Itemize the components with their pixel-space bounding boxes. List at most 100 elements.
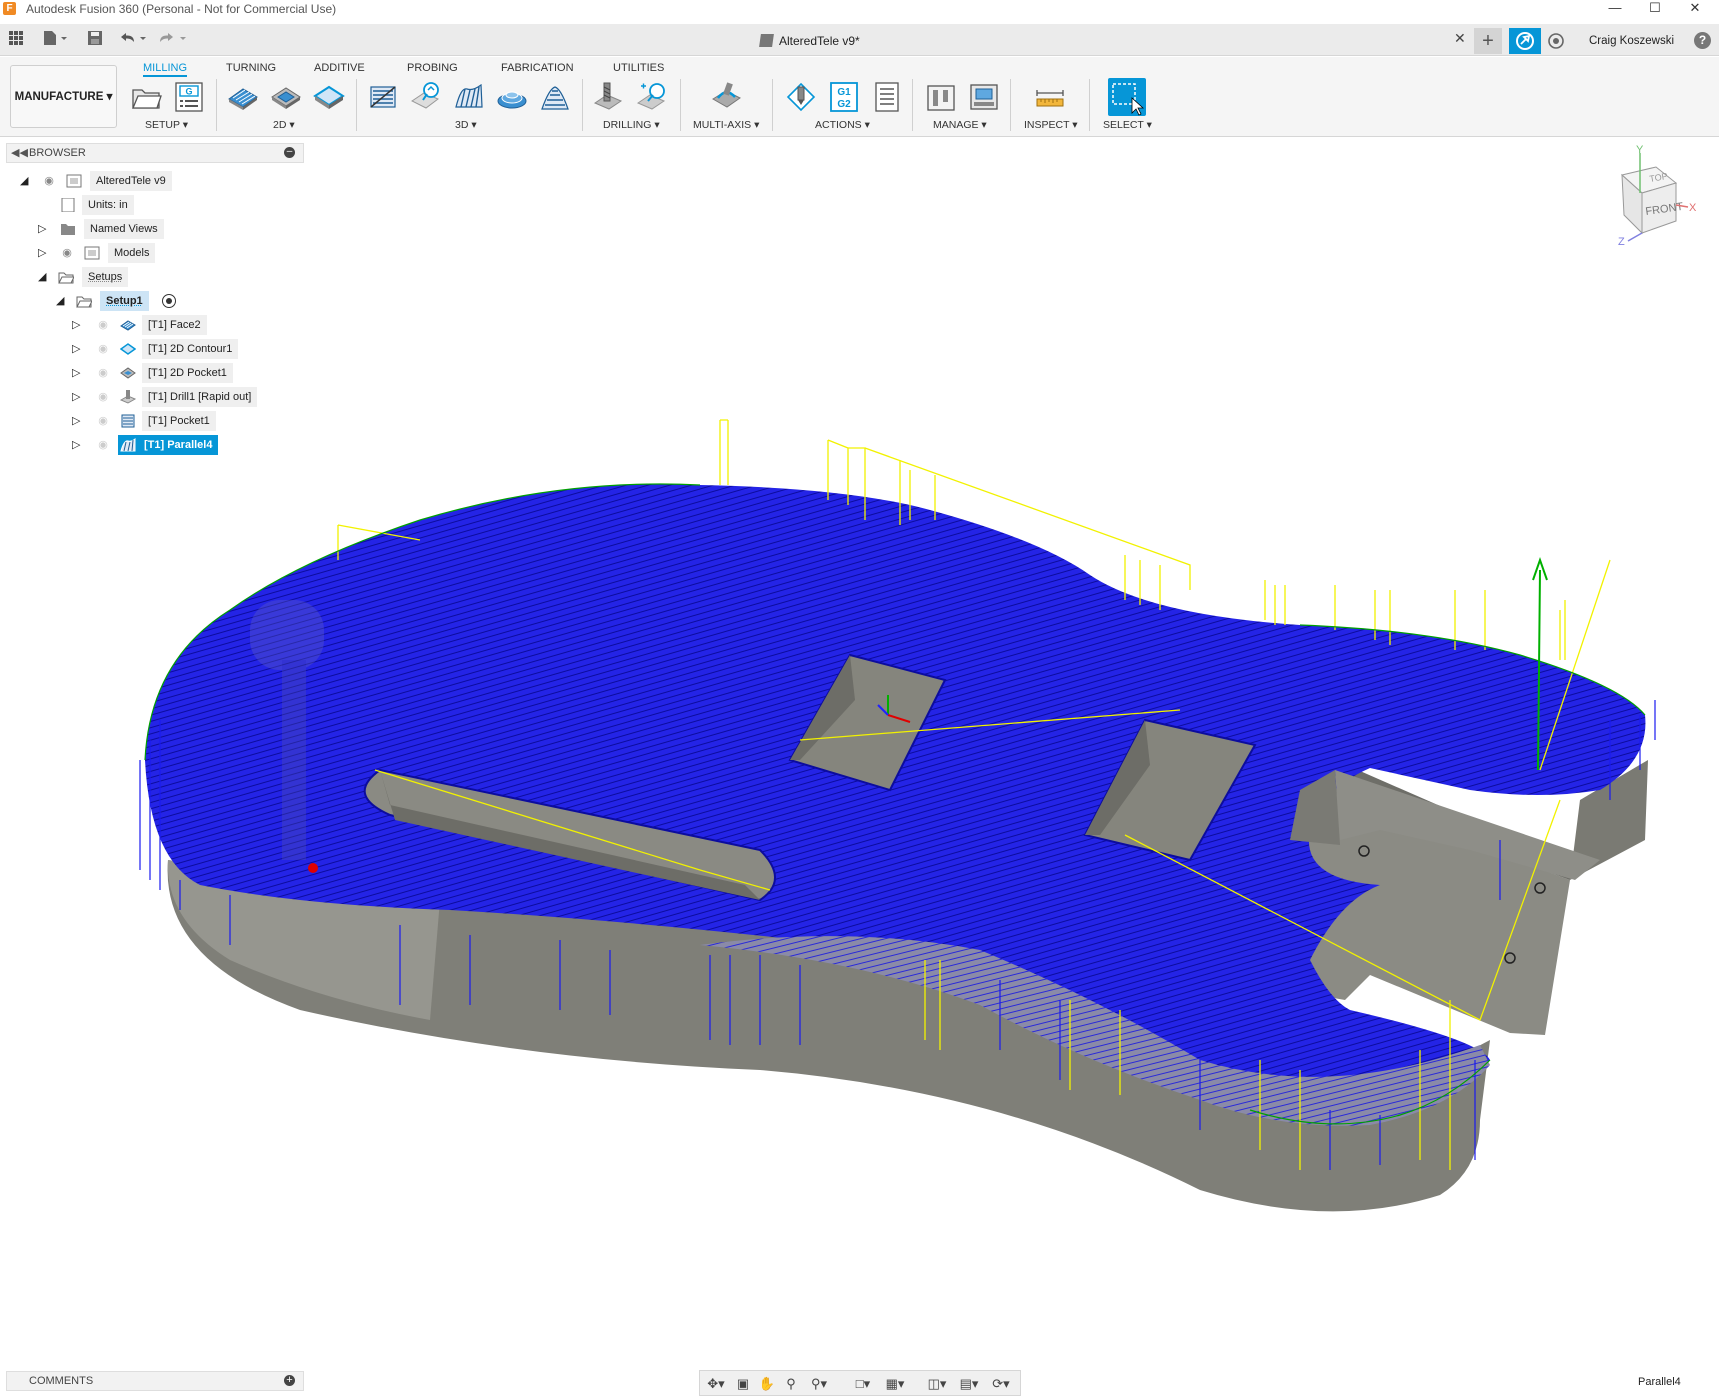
tool-library-icon[interactable] — [925, 81, 957, 113]
tree-expanded-icon[interactable]: ◢ — [20, 175, 32, 187]
group-2d-label[interactable]: 2D ▾ — [273, 119, 295, 131]
tree-models[interactable]: ▷ ◉ Models — [38, 243, 188, 263]
group-manage-label[interactable]: MANAGE ▾ — [933, 119, 987, 131]
tree-operation[interactable]: ▷ ◉ [T1] Face2 — [72, 315, 252, 335]
group-inspect-label[interactable]: INSPECT ▾ — [1024, 119, 1078, 131]
3d-pocket-icon[interactable] — [410, 81, 442, 113]
select-icon[interactable] — [1108, 78, 1146, 116]
group-setup-label[interactable]: SETUP ▾ — [145, 119, 188, 131]
2d-pocket-icon[interactable] — [270, 81, 302, 113]
visibility-eye-icon[interactable]: ◉ — [58, 247, 76, 259]
tree-operation-selected[interactable]: ▷ ◉ [T1] Parallel4 — [72, 435, 252, 455]
close-document-icon[interactable]: ✕ — [1454, 30, 1466, 47]
operation-label[interactable]: [T1] Parallel4 — [138, 435, 219, 455]
multi-axis-icon[interactable] — [710, 81, 742, 113]
group-multi-axis-label[interactable]: MULTI-AXIS ▾ — [693, 119, 759, 131]
redo-icon[interactable] — [158, 30, 188, 50]
visibility-eye-icon[interactable]: ◉ — [94, 343, 112, 355]
operation-label[interactable]: [T1] 2D Pocket1 — [142, 363, 233, 383]
canvas-viewport[interactable] — [0, 138, 1719, 1366]
tree-operation[interactable]: ▷ ◉ [T1] Drill1 [Rapid out] — [72, 387, 272, 407]
setup-sheet-icon[interactable]: G — [173, 81, 205, 113]
post-process-icon[interactable]: G1 G2 — [828, 81, 860, 113]
tree-collapsed-icon[interactable]: ▷ — [72, 439, 84, 451]
new-tab-plus-icon[interactable]: + — [1474, 28, 1502, 54]
drill-icon[interactable] — [593, 81, 625, 113]
collapse-browser-icon[interactable]: ◀◀ — [11, 146, 28, 159]
tree-named-views[interactable]: ▷ Named Views — [38, 219, 198, 239]
orbit-icon[interactable]: ✥▾ — [702, 1374, 730, 1394]
clock-icon[interactable] — [1545, 30, 1567, 52]
grid-settings-icon[interactable]: ▦▾ — [880, 1374, 910, 1394]
camera-icon[interactable]: ▤▾ — [954, 1374, 984, 1394]
tree-root-label[interactable]: AlteredTele v9 — [90, 171, 172, 191]
tree-operation[interactable]: ▷ ◉ [T1] 2D Contour1 — [72, 339, 252, 359]
file-icon[interactable] — [40, 30, 70, 50]
visibility-eye-icon[interactable]: ◉ — [94, 367, 112, 379]
tab-milling[interactable]: MILLING — [143, 59, 188, 77]
rotate-icon[interactable]: ⟳▾ — [986, 1374, 1016, 1394]
browser-header[interactable]: ◀◀ BROWSER – — [6, 143, 304, 163]
look-at-icon[interactable]: ▣ — [732, 1374, 754, 1394]
model-canvas[interactable] — [0, 138, 1719, 1366]
tree-collapsed-icon[interactable]: ▷ — [72, 391, 84, 403]
simulate-icon[interactable] — [785, 81, 817, 113]
3d-parallel-icon[interactable] — [453, 81, 485, 113]
browser-minimize-icon[interactable]: – — [284, 147, 295, 158]
visibility-eye-icon[interactable]: ◉ — [94, 319, 112, 331]
tree-operation[interactable]: ▷ ◉ [T1] 2D Pocket1 — [72, 363, 252, 383]
minimize-icon[interactable]: — — [1595, 0, 1635, 18]
tree-collapsed-icon[interactable]: ▷ — [72, 367, 84, 379]
close-icon[interactable]: ✕ — [1675, 0, 1715, 18]
operation-label[interactable]: [T1] Face2 — [142, 315, 207, 335]
2d-contour-icon[interactable] — [313, 81, 345, 113]
visibility-eye-icon[interactable]: ◉ — [94, 439, 112, 451]
zoom-icon[interactable]: ⚲ — [780, 1374, 802, 1394]
group-3d-label[interactable]: 3D ▾ — [455, 119, 477, 131]
group-actions-label[interactable]: ACTIONS ▾ — [815, 119, 870, 131]
tab-turning[interactable]: TURNING — [226, 59, 276, 77]
tree-collapsed-icon[interactable]: ▷ — [38, 247, 50, 259]
group-drilling-label[interactable]: DRILLING ▾ — [603, 119, 660, 131]
tree-setups[interactable]: ◢ Setups — [38, 267, 188, 287]
measure-icon[interactable] — [1034, 81, 1066, 113]
machine-library-icon[interactable] — [968, 81, 1000, 113]
viewports-icon[interactable]: ◫▾ — [922, 1374, 952, 1394]
operation-label[interactable]: [T1] 2D Contour1 — [142, 339, 239, 359]
tree-collapsed-icon[interactable]: ▷ — [72, 415, 84, 427]
document-tab[interactable]: AlteredTele v9* — [759, 30, 860, 52]
tree-root[interactable]: ◢ ◉ AlteredTele v9 — [20, 171, 190, 191]
setup-sheet-action-icon[interactable] — [871, 81, 903, 113]
grid-icon[interactable] — [6, 30, 26, 50]
tree-collapsed-icon[interactable]: ▷ — [72, 343, 84, 355]
user-name[interactable]: Craig Koszewski — [1589, 30, 1674, 52]
workspace-switcher[interactable]: MANUFACTURE ▾ — [10, 65, 117, 128]
3d-adaptive-icon[interactable] — [367, 81, 399, 113]
visibility-eye-icon[interactable]: ◉ — [40, 175, 58, 187]
undo-icon[interactable] — [118, 30, 148, 50]
hole-recognition-icon[interactable] — [636, 81, 668, 113]
tree-collapsed-icon[interactable]: ▷ — [72, 319, 84, 331]
operation-label[interactable]: [T1] Drill1 [Rapid out] — [142, 387, 258, 407]
tree-operation[interactable]: ▷ ◉ [T1] Pocket1 — [72, 411, 252, 431]
display-settings-icon[interactable]: □▾ — [848, 1374, 878, 1394]
viewcube[interactable]: TOP FRONT Y X Z — [1592, 144, 1712, 255]
tab-probing[interactable]: PROBING — [407, 59, 458, 77]
2d-face-icon[interactable] — [227, 81, 259, 113]
maximize-icon[interactable]: ☐ — [1635, 0, 1675, 18]
help-icon[interactable]: ? — [1694, 32, 1711, 49]
3d-contour-icon[interactable] — [539, 81, 571, 113]
tree-setup1[interactable]: ◢ Setup1 — [56, 291, 196, 311]
visibility-eye-icon[interactable]: ◉ — [94, 391, 112, 403]
3d-scallop-icon[interactable] — [496, 81, 528, 113]
tab-additive[interactable]: ADDITIVE — [314, 59, 365, 77]
pan-icon[interactable]: ✋ — [756, 1374, 778, 1394]
group-select-label[interactable]: SELECT ▾ — [1103, 119, 1152, 131]
tree-expanded-icon[interactable]: ◢ — [38, 271, 50, 283]
add-comment-icon[interactable]: + — [284, 1375, 295, 1386]
tab-fabrication[interactable]: FABRICATION — [501, 59, 574, 77]
job-status-icon[interactable] — [1509, 28, 1541, 54]
visibility-eye-icon[interactable]: ◉ — [94, 415, 112, 427]
active-setup-radio-icon[interactable] — [162, 294, 176, 308]
comments-panel[interactable]: COMMENTS + — [6, 1371, 304, 1391]
